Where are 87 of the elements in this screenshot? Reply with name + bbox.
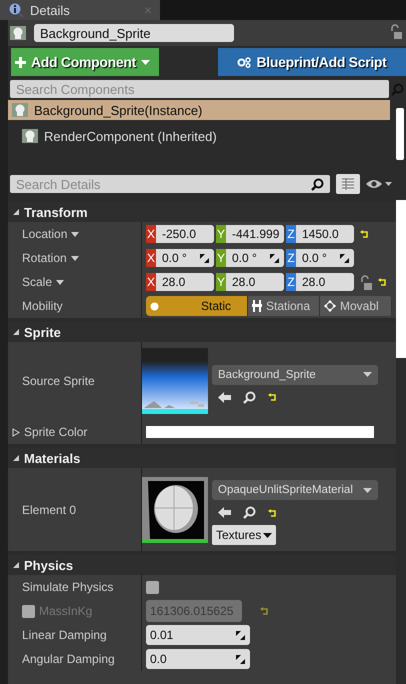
- property-label: Linear Damping: [22, 628, 107, 642]
- component-item[interactable]: RenderComponent (Inherited): [8, 126, 390, 146]
- axis-label: X: [146, 273, 156, 291]
- collapse-arrow-icon[interactable]: [12, 454, 20, 462]
- dot-icon: [150, 302, 159, 310]
- component-item[interactable]: Background_Sprite(Instance): [8, 100, 390, 120]
- padlock-icon[interactable]: [360, 274, 372, 290]
- axis-label: Y: [216, 249, 226, 267]
- search-icon[interactable]: [243, 506, 256, 519]
- axis-label: Y: [216, 225, 226, 243]
- property-label: Simulate Physics: [22, 580, 114, 594]
- bulb-columns-icon: [252, 300, 262, 312]
- property-label: Sprite Color: [24, 425, 88, 439]
- collapse-arrow-icon[interactable]: [12, 561, 20, 569]
- number-field[interactable]: 0.0: [146, 649, 250, 669]
- info-magnifier-icon: [8, 2, 24, 18]
- caret-icon[interactable]: [70, 256, 79, 260]
- use-selected-arrow-icon[interactable]: [218, 507, 231, 518]
- number-field: 161306.015625: [146, 600, 242, 622]
- vector-component-field[interactable]: Y 0.0 °: [216, 249, 284, 267]
- caret-icon[interactable]: [263, 532, 272, 538]
- reset-arrow-icon[interactable]: [360, 230, 369, 238]
- plus-icon: [15, 56, 26, 68]
- spinner-icon[interactable]: [270, 254, 279, 262]
- sprite-icon: [12, 103, 28, 117]
- number-field[interactable]: 0.01: [146, 625, 250, 645]
- tab-title: Details: [30, 2, 70, 18]
- property-label: Element 0: [22, 502, 76, 516]
- spinner-icon[interactable]: [340, 254, 349, 262]
- grid-icon: [342, 178, 354, 190]
- sprite-icon: [10, 26, 26, 40]
- section-header[interactable]: Materials: [8, 448, 396, 468]
- move-arrows-icon: [324, 300, 336, 312]
- vector-component-field[interactable]: X 28.0: [146, 273, 214, 291]
- use-selected-arrow-icon[interactable]: [218, 392, 231, 402]
- vector-component-field[interactable]: Y -441.999: [216, 225, 284, 243]
- expand-arrow-icon[interactable]: [12, 428, 20, 436]
- section-header[interactable]: Physics: [8, 555, 396, 575]
- axis-label: X: [146, 225, 156, 243]
- asset-dropdown[interactable]: Background_Sprite: [212, 364, 378, 384]
- property-label: Angular Damping: [22, 652, 115, 666]
- vector-component-field[interactable]: Z 1450.0: [286, 225, 354, 243]
- property-label: MassInKg: [39, 604, 92, 618]
- collapse-arrow-icon[interactable]: [12, 208, 20, 216]
- section-header[interactable]: Sprite: [8, 322, 396, 342]
- axis-label: Z: [286, 249, 296, 267]
- reset-arrow-icon[interactable]: [378, 278, 387, 286]
- vector-component-field[interactable]: X 0.0 °: [146, 249, 214, 267]
- asset-dropdown[interactable]: OpaqueUnlitSpriteMaterial: [212, 480, 378, 500]
- vector-component-field[interactable]: Z 0.0 °: [286, 249, 354, 267]
- sprite-icon: [22, 129, 38, 143]
- property-label: Scale: [22, 275, 52, 289]
- property-label: Mobility: [22, 299, 63, 313]
- axis-label: Z: [286, 273, 296, 291]
- reset-arrow-icon[interactable]: [268, 393, 277, 401]
- axis-label: Y: [216, 273, 226, 291]
- section-header[interactable]: Transform: [8, 202, 396, 222]
- axis-label: X: [146, 249, 156, 267]
- search-icon[interactable]: [243, 390, 256, 404]
- view-options-button[interactable]: [336, 174, 360, 194]
- mobility-option[interactable]: Static: [146, 296, 248, 316]
- textures-dropdown-button[interactable]: Textures: [212, 525, 276, 545]
- property-label: Rotation: [22, 251, 67, 265]
- search-icon[interactable]: [311, 178, 324, 190]
- details-tab[interactable]: Details ×: [0, 0, 160, 20]
- eye-icon[interactable]: [366, 178, 392, 190]
- component-search-field[interactable]: Search Components: [10, 80, 389, 98]
- vector-component-field[interactable]: Z 28.0: [286, 273, 354, 291]
- spinner-icon[interactable]: [200, 254, 209, 262]
- caret-icon[interactable]: [71, 232, 80, 236]
- gears-icon: [237, 56, 252, 68]
- property-label: Location: [22, 227, 68, 241]
- checkbox[interactable]: [146, 580, 159, 594]
- vector-component-field[interactable]: X -250.0: [146, 225, 214, 243]
- padlock-icon[interactable]: [390, 24, 402, 39]
- axis-label: Z: [286, 225, 296, 243]
- color-swatch[interactable]: [146, 426, 374, 438]
- vector-component-field[interactable]: Y 28.0: [216, 273, 284, 291]
- collapse-arrow-icon[interactable]: [12, 328, 20, 336]
- details-search-field[interactable]: Search Details: [10, 175, 330, 193]
- reset-arrow-icon[interactable]: [268, 508, 277, 516]
- caret-icon[interactable]: [56, 280, 64, 284]
- actor-name-field[interactable]: Background_Sprite: [34, 24, 234, 42]
- blueprint-button[interactable]: Blueprint/Add Script: [218, 48, 406, 76]
- property-label: Source Sprite: [22, 374, 95, 388]
- spinner-icon[interactable]: [236, 654, 245, 664]
- spinner-icon[interactable]: [236, 630, 245, 640]
